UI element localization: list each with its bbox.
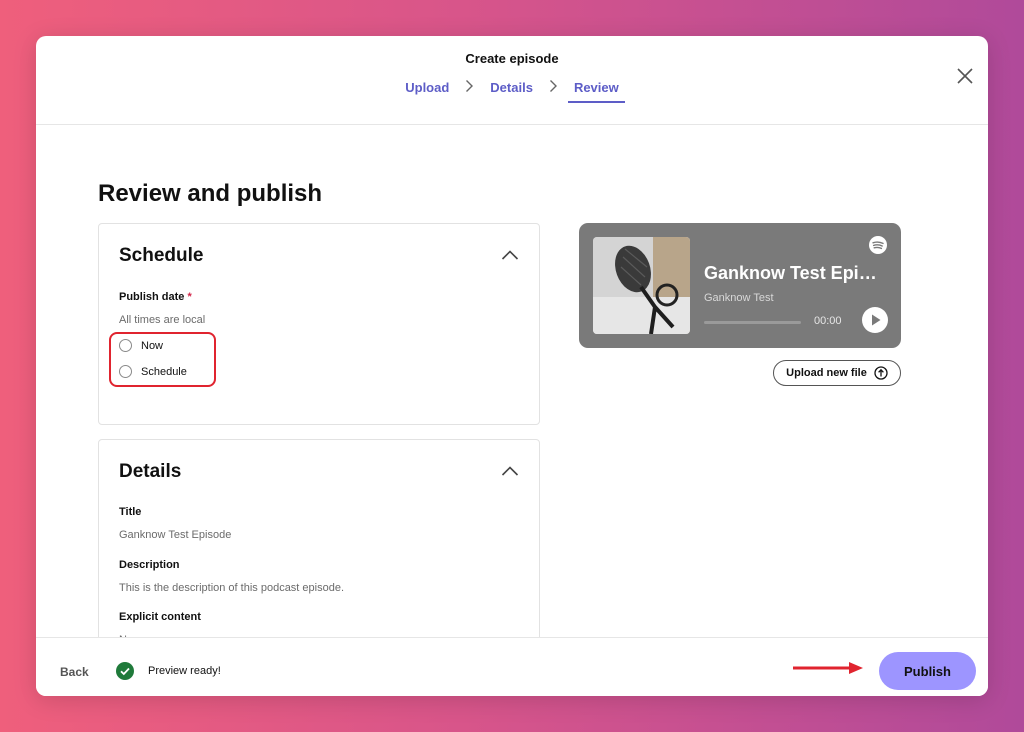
spotify-icon [869, 236, 887, 254]
schedule-card-title: Schedule [119, 245, 204, 266]
episode-title: Ganknow Test Epi… [704, 263, 877, 283]
title-value: Ganknow Test Episode [119, 529, 232, 541]
play-icon[interactable] [862, 307, 888, 333]
close-icon[interactable] [954, 65, 976, 87]
create-episode-modal: Create episode Upload Details Review Rev… [36, 36, 988, 696]
annotation-highlight-box [109, 332, 216, 387]
title-label: Title [119, 506, 142, 518]
playback-time: 00:00 [814, 315, 842, 327]
step-upload[interactable]: Upload [399, 80, 455, 103]
modal-title: Create episode [465, 51, 559, 66]
back-button[interactable]: Back [60, 665, 89, 679]
upload-icon [874, 366, 888, 380]
explicit-content-label: Explicit content [119, 611, 201, 623]
page-title: Review and publish [98, 180, 323, 207]
chevron-right-icon [465, 79, 474, 104]
chevron-up-icon[interactable] [501, 248, 519, 260]
upload-new-file-button[interactable]: Upload new file [773, 360, 901, 386]
publish-date-label: Publish date * [119, 291, 192, 303]
description-value: This is the description of this podcast … [119, 582, 345, 594]
modal-footer: Back Preview ready! Publish [36, 637, 988, 696]
schedule-card: Schedule Publish date * All times are lo… [98, 223, 540, 425]
stepper: Upload Details Review [36, 79, 988, 104]
timezone-note: All times are local [119, 314, 206, 326]
check-circle-icon [116, 662, 134, 680]
step-details[interactable]: Details [484, 80, 539, 103]
episode-preview-player: Ganknow Test Epi… Ganknow Test 00:00 [579, 223, 901, 348]
playback-progress-bar[interactable] [704, 321, 801, 324]
show-name: Ganknow Test [704, 292, 774, 304]
details-card-title: Details [119, 461, 182, 482]
publish-date-label-text: Publish date [119, 291, 185, 303]
chevron-up-icon[interactable] [501, 464, 519, 476]
publish-button[interactable]: Publish [879, 652, 976, 690]
modal-header: Create episode Upload Details Review [36, 36, 988, 125]
description-label: Description [119, 559, 180, 571]
episode-cover-image [593, 237, 690, 334]
upload-new-file-label: Upload new file [786, 367, 867, 379]
step-review[interactable]: Review [567, 80, 625, 103]
status-message: Preview ready! [148, 665, 221, 677]
details-card: Details Title Ganknow Test Episode Descr… [98, 439, 540, 637]
chevron-right-icon [549, 79, 558, 104]
arrow-right-icon [791, 660, 867, 676]
required-mark: * [187, 291, 192, 303]
modal-body[interactable]: Review and publish Schedule Publish date… [36, 126, 988, 637]
